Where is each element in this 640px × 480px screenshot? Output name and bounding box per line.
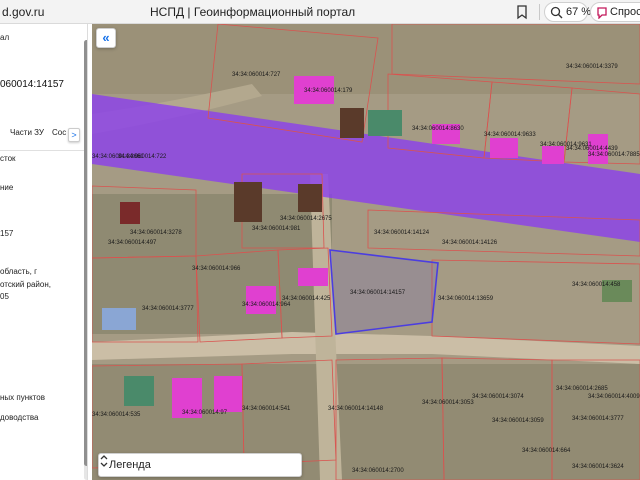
tab-composition[interactable]: Сос [52, 128, 66, 137]
parcel-label[interactable]: 34:34:060014:3777 [142, 306, 194, 312]
parcel-label[interactable]: 34:34:060014:97 [182, 410, 228, 416]
building [214, 376, 242, 412]
building [120, 202, 140, 224]
tabs-divider [0, 150, 84, 151]
tabs-next-button[interactable]: > [68, 128, 80, 142]
building [234, 182, 262, 222]
panel-text: отский район, [0, 280, 51, 289]
panel-text: ние [0, 183, 14, 192]
parcel-label[interactable]: 34:34:060014:14148 [328, 406, 384, 412]
legend-dropdown[interactable]: Легенда [98, 453, 302, 477]
parcel-label[interactable]: 34:34:060014:3074 [472, 394, 524, 400]
parcel-label[interactable]: 34:34:060014:179 [304, 88, 353, 94]
collapse-panel-button[interactable]: « [96, 28, 116, 48]
parcel-label[interactable]: 34:34:060014:7885 [588, 152, 640, 158]
parcel-label[interactable]: 34:34:060014:541 [242, 406, 291, 412]
parcel-label[interactable]: 34:34:060014:3379 [566, 64, 618, 70]
chevron-updown-icon [100, 455, 108, 467]
panel-text: ных пунктов [0, 393, 46, 402]
info-panel: ал 060014:14157 Части ЗУ Сос > сток ние … [0, 24, 88, 480]
parcel-label[interactable]: 34:34:060014:2685 [556, 386, 608, 392]
parcel-label[interactable]: 34:34:060014:2700 [352, 468, 404, 474]
page-title: НСПД | Геоинформационный портал [150, 5, 356, 19]
parcel-label[interactable]: 34:34:060014:3777 [572, 416, 624, 422]
panel-scrollbar[interactable] [84, 40, 87, 480]
parcel-label[interactable]: 34:34:060014:664 [522, 448, 571, 454]
building [542, 146, 564, 164]
building [246, 286, 276, 314]
parcel-label[interactable]: 34:34:060014:2675 [280, 216, 332, 222]
panel-text: доводства [0, 413, 39, 422]
parcel-label[interactable]: 34:34:060014:13659 [438, 296, 494, 302]
panel-text: 157 [0, 229, 14, 238]
map-view[interactable]: 34:34:060014:727 34:34:060014:179 34:34:06… [92, 24, 640, 480]
zoom-button[interactable]: 67 % [544, 2, 592, 22]
parcel-label[interactable]: 34:34:060014:535 [92, 412, 141, 418]
parcel-label[interactable]: 34:34:060014:4009 [588, 394, 640, 400]
scrollbar-thumb[interactable] [84, 40, 87, 466]
building [298, 268, 328, 286]
toolbar-divider [539, 4, 540, 20]
parcel-label[interactable]: 34:34:060014:727 [232, 72, 281, 78]
parcel-label[interactable]: 34:34:060014:425 [282, 296, 331, 302]
parcel-label[interactable]: 34:34:060014:981 [252, 226, 301, 232]
panel-text: сток [0, 154, 16, 163]
building [124, 376, 154, 406]
parcel-label[interactable]: 34:34:060014:3059 [492, 418, 544, 424]
building [368, 110, 402, 136]
parcel-label[interactable]: 34:34:060014:3624 [572, 464, 624, 470]
parcel-label[interactable]: 34:34:060014:497 [108, 240, 157, 246]
parcel-label[interactable]: 34:34:060014:14124 [374, 230, 430, 236]
building [102, 308, 136, 330]
building [340, 108, 364, 138]
panel-text: ал [0, 33, 10, 42]
parcel-label[interactable]: 34:34:060014:722 [118, 154, 167, 160]
tab-parts[interactable]: Части ЗУ [10, 128, 44, 137]
browser-toolbar: d.gov.ru НСПД | Геоинформационный портал… [0, 0, 640, 24]
parcel-label[interactable]: 34:34:060014:14157 [350, 290, 406, 296]
panel-text: область, г [0, 267, 37, 276]
parcel-label[interactable]: 34:34:060014:964 [242, 302, 291, 308]
cadastral-number: 060014:14157 [0, 79, 64, 90]
terrain-north [92, 24, 640, 94]
parcel-label[interactable]: 34:34:060014:14126 [442, 240, 498, 246]
parcel-label[interactable]: 34:34:060014:8630 [412, 126, 464, 132]
legend-label: Легенда [109, 459, 151, 471]
parcel-label[interactable]: 34:34:060014:3278 [130, 230, 182, 236]
assistant-icon [597, 7, 607, 19]
zoom-icon [550, 6, 563, 19]
address-bar[interactable]: d.gov.ru [2, 5, 44, 19]
parcel-label[interactable]: 34:34:060014:9633 [484, 132, 536, 138]
building [298, 184, 322, 212]
parcel-label[interactable]: 34:34:060014:458 [572, 282, 621, 288]
parcel-label[interactable]: 34:34:060014:3053 [422, 400, 474, 406]
parcel-label[interactable]: 34:34:060014:966 [192, 266, 241, 272]
zoom-level: 67 % [566, 6, 592, 18]
ask-button[interactable]: Спроси [590, 2, 640, 22]
map-canvas[interactable]: 34:34:060014:727 34:34:060014:179 34:34:06… [92, 24, 640, 480]
bookmark-icon[interactable] [514, 3, 530, 21]
building [490, 138, 518, 158]
ask-label: Спроси [610, 6, 640, 18]
panel-text: 05 [0, 292, 9, 301]
